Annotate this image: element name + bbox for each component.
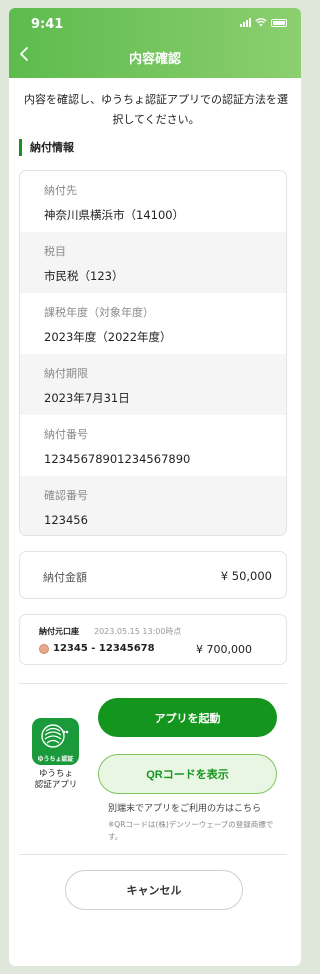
info-label: 納付番号	[44, 428, 88, 441]
info-row-payment-number: 納付番号 12345678901234567890	[20, 415, 286, 476]
info-value: 123456	[44, 513, 88, 527]
app-name-line-1: ゆうちょ	[38, 769, 73, 779]
page-title: 内容確認	[128, 52, 181, 67]
account-balance: ¥ 700,000	[196, 643, 252, 656]
info-value: 神奈川県横浜市（14100）	[44, 208, 185, 222]
account-number: 12345 - 12345678	[53, 643, 155, 654]
info-value: 12345678901234567890	[44, 452, 191, 466]
yucho-auth-app-icon: ゆうちょ認証	[32, 718, 79, 765]
intro-line-1: 内容を確認し、ゆうちょ認証アプリでの認証方法を選	[24, 93, 288, 106]
info-value: 2023年7月31日	[44, 391, 130, 405]
account-timestamp: 2023.05.15 13:00時点	[94, 627, 182, 636]
info-value: 市民税（123）	[44, 269, 124, 283]
info-row-payee: 納付先 神奈川県横浜市（14100）	[20, 171, 286, 232]
info-label: 課税年度（対象年度）	[44, 306, 154, 319]
intro-text: 内容を確認し、ゆうちょ認証アプリでの認証方法を選 択してください。	[19, 90, 293, 130]
info-label: 納付期限	[44, 367, 88, 380]
info-label: 確認番号	[44, 489, 88, 502]
section-title: 納付情報	[19, 139, 74, 156]
cancel-button[interactable]: キャンセル	[65, 870, 243, 910]
wifi-icon	[255, 18, 267, 27]
divider	[19, 854, 287, 855]
amount-value: ¥ 50,000	[220, 569, 272, 583]
info-row-tax-year: 課税年度（対象年度） 2023年度（2022年度）	[20, 293, 286, 354]
app-name: ゆうちょ 認証アプリ	[26, 769, 86, 791]
info-row-deadline: 納付期限 2023年7月31日	[20, 354, 286, 415]
header-bar: 9:41 内容確認	[9, 8, 301, 78]
source-account-card: 納付元口座 2023.05.15 13:00時点 12345 - 1234567…	[19, 614, 287, 665]
status-time: 9:41	[31, 17, 64, 32]
status-icons	[240, 18, 287, 27]
app-name-line-2: 認証アプリ	[34, 780, 78, 790]
info-value: 2023年度（2022年度）	[44, 330, 172, 344]
qr-trademark-note: ※QRコードは(株)デンソーウェーブの登録商標です。	[108, 820, 274, 841]
account-label: 納付元口座	[39, 627, 79, 636]
info-row-tax-item: 税目 市民税（123）	[20, 232, 286, 293]
bank-account-icon	[39, 644, 49, 654]
other-device-note: 別端末でアプリをご利用の方はこちら	[108, 804, 262, 814]
signal-icon	[240, 18, 251, 27]
phone-screen: 9:41 内容確認 内容を確認し、ゆうちょ認証アプリでの認証方法を選 択してくだ…	[9, 8, 301, 966]
app-icon-label: ゆうちょ認証	[37, 756, 74, 763]
info-row-confirmation-number: 確認番号 123456	[20, 476, 286, 535]
info-label: 税目	[44, 245, 66, 258]
launch-app-button[interactable]: アプリを起動	[98, 698, 277, 737]
info-label: 納付先	[44, 184, 77, 197]
show-qr-code-button[interactable]: QRコードを表示	[98, 754, 277, 794]
amount-label: 納付金額	[43, 571, 87, 584]
divider	[19, 683, 287, 684]
payment-info-card: 納付先 神奈川県横浜市（14100） 税目 市民税（123） 課税年度（対象年度…	[19, 170, 287, 536]
battery-icon	[271, 18, 287, 27]
amount-card: 納付金額 ¥ 50,000	[19, 551, 287, 599]
intro-line-2: 択してください。	[112, 113, 200, 126]
